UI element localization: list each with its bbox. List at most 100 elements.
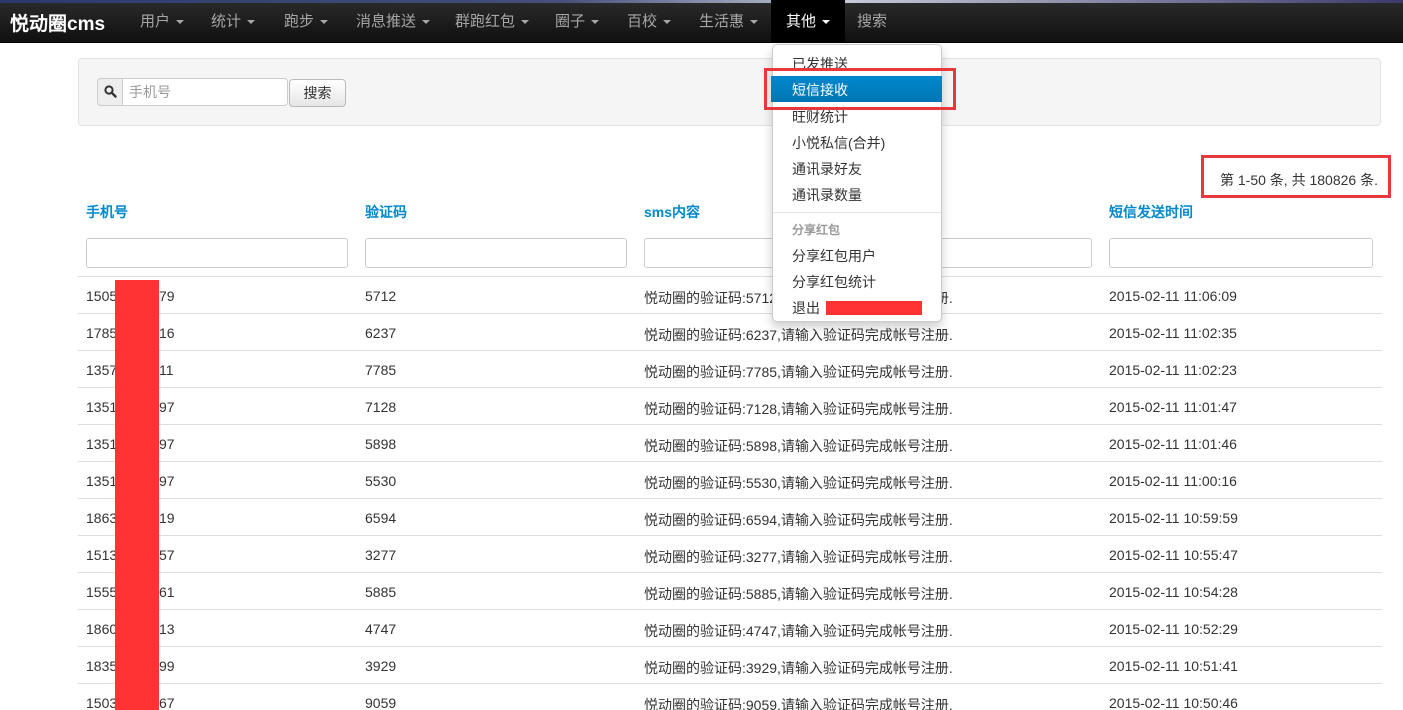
redaction-bar-logout [826, 301, 922, 315]
redaction-bar [115, 280, 159, 710]
menu-item-contacts-count[interactable]: 通讯录数量 [792, 185, 862, 205]
column-header-sms-content[interactable]: sms内容 [644, 202, 700, 222]
nav-search-link[interactable]: 搜索 [857, 0, 887, 42]
column-header-phone[interactable]: 手机号 [86, 202, 128, 222]
cell-phone-prefix: 1503 [86, 695, 118, 710]
nav-menu-group-redpacket[interactable]: 群跑红包 [455, 0, 530, 42]
cell-phone-prefix: 1555 [86, 584, 118, 600]
cell-code: 3929 [365, 658, 397, 674]
annotation-highlight-pagination [1201, 155, 1391, 198]
cell-phone-suffix: 13 [159, 621, 175, 637]
menu-item-wangcai-stats[interactable]: 旺财统计 [792, 107, 848, 127]
caret-down-icon [591, 20, 600, 25]
nav-menu-label: 统计 [211, 13, 242, 30]
nav-menu-label: 生活惠 [699, 13, 745, 30]
filter-time-input[interactable] [1109, 238, 1373, 268]
cell-time: 2015-02-11 10:51:41 [1109, 658, 1238, 674]
table-row-divider [78, 461, 1382, 462]
cell-content: 悦动圈的验证码:6237,请输入验证码完成帐号注册. [644, 327, 953, 343]
menu-divider [773, 212, 941, 213]
nav-menu-label: 百校 [627, 13, 658, 30]
cell-phone-prefix: 1351 [86, 436, 118, 452]
cell-phone-suffix: 19 [159, 510, 175, 526]
nav-menu-label: 消息推送 [356, 13, 417, 30]
caret-down-icon [176, 20, 185, 25]
menu-item-private-messages[interactable]: 小悦私信(合并) [792, 133, 885, 153]
menu-item-logout[interactable]: 退出 [792, 298, 820, 318]
table-row-divider [78, 498, 1382, 499]
search-icon-addon [97, 78, 123, 106]
top-navbar: 悦动圈cms 用户 统计 跑步 消息推送 群跑红包 圈子 百校 生活惠 其他 搜… [0, 0, 1403, 43]
cell-content: 悦动圈的验证码:7128,请输入验证码完成帐号注册. [644, 401, 953, 417]
menu-item-contacts-friends[interactable]: 通讯录好友 [792, 159, 862, 179]
cell-phone-suffix: 79 [159, 288, 175, 304]
cell-time: 2015-02-11 11:02:23 [1109, 362, 1237, 378]
cell-phone-suffix: 16 [159, 325, 175, 341]
caret-down-icon [521, 20, 530, 25]
cell-code: 7785 [365, 362, 397, 378]
caret-down-icon [822, 20, 831, 25]
nav-menu-other[interactable]: 其他 [771, 0, 846, 42]
table-row-divider [78, 572, 1382, 573]
cell-phone-suffix: 97 [159, 473, 175, 489]
cell-phone-suffix: 97 [159, 436, 175, 452]
nav-menu-push[interactable]: 消息推送 [356, 0, 431, 42]
cell-content: 悦动圈的验证码:5530,请输入验证码完成帐号注册. [644, 475, 953, 491]
cell-time: 2015-02-11 10:54:28 [1109, 584, 1238, 600]
cell-code: 4747 [365, 621, 397, 637]
caret-down-icon [422, 20, 431, 25]
menu-item-share-redpacket-users[interactable]: 分享红包用户 [792, 246, 876, 266]
table-row-divider [78, 276, 1382, 277]
table-row-divider [78, 609, 1382, 610]
cell-phone-prefix: 1351 [86, 399, 118, 415]
brand-logo[interactable]: 悦动圈cms [10, 9, 105, 36]
cell-phone-suffix: 99 [159, 658, 175, 674]
nav-menu-label: 群跑红包 [455, 13, 516, 30]
nav-menu-life[interactable]: 生活惠 [699, 0, 759, 42]
nav-menu-label: 其他 [786, 13, 817, 30]
table-row-divider [78, 424, 1382, 425]
nav-menu-schools[interactable]: 百校 [627, 0, 672, 42]
filter-phone-input[interactable] [86, 238, 348, 268]
phone-search-input[interactable] [123, 78, 288, 106]
annotation-highlight-menu [764, 68, 956, 110]
filter-code-input[interactable] [365, 238, 627, 268]
nav-menu-circles[interactable]: 圈子 [555, 0, 600, 42]
nav-menu-users[interactable]: 用户 [140, 0, 185, 42]
search-icon [104, 85, 117, 98]
nav-menu-label: 跑步 [284, 13, 315, 30]
table-row-divider [78, 646, 1382, 647]
column-header-code[interactable]: 验证码 [365, 202, 407, 222]
menu-section-header: 分享红包 [792, 223, 841, 237]
cell-time: 2015-02-11 10:50:46 [1109, 695, 1238, 710]
cell-time: 2015-02-11 10:59:59 [1109, 510, 1238, 526]
cell-phone-prefix: 1357 [86, 362, 118, 378]
nav-menu-running[interactable]: 跑步 [284, 0, 329, 42]
column-header-send-time[interactable]: 短信发送时间 [1109, 202, 1193, 222]
cell-code: 5885 [365, 584, 397, 600]
table-row-divider [78, 535, 1382, 536]
search-button[interactable]: 搜索 [289, 79, 346, 107]
table-row-divider [78, 350, 1382, 351]
nav-menu-stats[interactable]: 统计 [211, 0, 256, 42]
table-row-divider [78, 683, 1382, 684]
nav-menu-label: 用户 [140, 13, 171, 30]
cell-phone-prefix: 1785 [86, 325, 118, 341]
caret-down-icon [663, 20, 672, 25]
cell-time: 2015-02-11 10:55:47 [1109, 547, 1238, 563]
cell-phone-suffix: 97 [159, 399, 175, 415]
cell-time: 2015-02-11 11:06:09 [1109, 288, 1237, 304]
cell-time: 2015-02-11 10:52:29 [1109, 621, 1238, 637]
nav-menu-label: 圈子 [555, 13, 586, 30]
cell-time: 2015-02-11 11:01:46 [1109, 436, 1237, 452]
cell-code: 5530 [365, 473, 397, 489]
cell-phone-suffix: 61 [159, 584, 175, 600]
cell-phone-suffix: 11 [159, 362, 174, 378]
cell-time: 2015-02-11 11:02:35 [1109, 325, 1237, 341]
cell-code: 7128 [365, 399, 397, 415]
cell-content: 悦动圈的验证码:7785,请输入验证码完成帐号注册. [644, 364, 953, 380]
cell-phone-prefix: 1835 [86, 658, 118, 674]
menu-item-share-redpacket-stats[interactable]: 分享红包统计 [792, 272, 876, 292]
cell-phone-prefix: 1513 [86, 547, 118, 563]
caret-down-icon [750, 20, 759, 25]
